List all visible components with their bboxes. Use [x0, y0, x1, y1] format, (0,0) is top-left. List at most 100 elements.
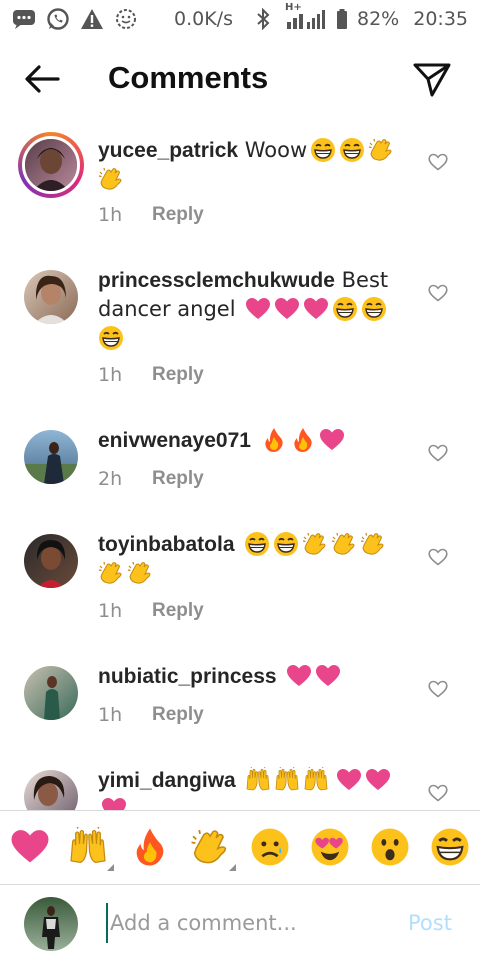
quick-emoji-bar	[0, 810, 480, 884]
clap-emoji	[98, 560, 124, 586]
heart-emoji	[274, 296, 300, 322]
username[interactable]: enivwenaye071	[98, 429, 251, 452]
heart-emoji	[303, 296, 329, 322]
fire-emoji	[261, 427, 287, 453]
raised-hands-emoji	[245, 767, 271, 793]
like-heart-icon[interactable]	[428, 680, 448, 698]
username[interactable]: nubiatic_princess	[98, 665, 277, 688]
page-title: Comments	[108, 60, 269, 95]
back-button[interactable]	[22, 62, 62, 96]
warning-icon	[80, 8, 104, 30]
like-heart-icon[interactable]	[428, 284, 448, 302]
username[interactable]: yucee_patrick	[98, 139, 238, 162]
quick-emoji-grin[interactable]	[430, 827, 470, 867]
quick-emoji-clap[interactable]	[190, 827, 236, 871]
grin-emoji	[310, 137, 336, 163]
heart-emoji	[286, 663, 312, 689]
signal-icon: H+	[283, 2, 327, 30]
comment-text: enivwenaye071	[98, 426, 416, 455]
clap-emoji	[302, 531, 328, 557]
comment-body	[277, 664, 284, 688]
clap-emoji	[360, 531, 386, 557]
heart-emoji	[365, 767, 391, 793]
raised-hands-emoji	[274, 767, 300, 793]
arrow-left-icon	[25, 65, 60, 93]
comment-body: Woow	[238, 138, 308, 162]
comment-meta: 1h Reply	[98, 704, 204, 726]
avatar[interactable]	[24, 270, 78, 324]
reply-button[interactable]: Reply	[152, 364, 204, 386]
raised-hands-emoji	[303, 767, 329, 793]
grin-emoji	[361, 296, 387, 322]
header: Comments	[0, 48, 480, 110]
comment-time: 1h	[98, 364, 123, 386]
reply-button[interactable]: Reply	[152, 204, 204, 226]
clap-emoji	[368, 137, 394, 163]
avatar[interactable]	[24, 534, 78, 588]
comment-time: 1h	[98, 704, 123, 726]
comment-composer: Post	[0, 884, 480, 960]
comment-body	[236, 768, 243, 792]
comment-meta: 1h Reply	[98, 364, 204, 386]
chat-icon	[12, 8, 36, 30]
avatar[interactable]	[24, 430, 78, 484]
avatar[interactable]	[18, 132, 84, 198]
grin-emoji	[339, 137, 365, 163]
skin-tone-indicator	[107, 864, 114, 871]
clap-emoji	[331, 531, 357, 557]
comment-text: princessclemchukwude Best dancer angel	[98, 266, 416, 353]
username[interactable]: toyinbabatola	[98, 533, 235, 556]
heart-emoji	[101, 796, 127, 810]
comment-meta: 2h Reply	[98, 468, 204, 490]
grin-emoji	[244, 531, 270, 557]
like-heart-icon[interactable]	[428, 784, 448, 802]
paper-plane-icon	[413, 63, 451, 97]
quick-emoji-heart-eyes[interactable]	[310, 827, 350, 867]
heart-emoji	[319, 427, 345, 453]
comment-meta: 1h Reply	[98, 204, 204, 226]
comment-text: nubiatic_princess	[98, 662, 416, 691]
clap-emoji	[98, 166, 124, 192]
like-heart-icon[interactable]	[428, 548, 448, 566]
avatar[interactable]	[24, 770, 78, 810]
clock: 20:35	[413, 8, 468, 30]
battery-level: 82%	[357, 8, 400, 30]
avatar[interactable]	[24, 666, 78, 720]
quick-emoji-surprised[interactable]	[370, 827, 410, 867]
network-type: H+	[285, 2, 302, 13]
comment-text: toyinbabatola	[98, 530, 416, 588]
comments-list[interactable]: yucee_patrick Woow 1h Reply princessclem…	[0, 120, 480, 810]
heart-emoji	[315, 663, 341, 689]
quick-emoji-raised-hands[interactable]	[68, 827, 114, 871]
battery-icon	[335, 8, 349, 30]
username[interactable]: princessclemchukwude	[98, 269, 335, 292]
like-heart-icon[interactable]	[428, 444, 448, 462]
like-heart-icon[interactable]	[428, 153, 448, 171]
fire-emoji	[290, 427, 316, 453]
quick-emoji-fire[interactable]	[130, 827, 170, 867]
share-button[interactable]	[412, 60, 452, 98]
comment-text: yucee_patrick Woow	[98, 136, 416, 194]
heart-emoji	[245, 296, 271, 322]
grin-emoji	[98, 325, 124, 351]
reply-button[interactable]: Reply	[152, 704, 204, 726]
comment-time: 1h	[98, 600, 123, 622]
comment-meta: 1h Reply	[98, 600, 204, 622]
quick-emoji-sad[interactable]	[250, 827, 290, 867]
post-button[interactable]: Post	[408, 911, 452, 935]
network-speed: 0.0K/s	[174, 8, 233, 30]
grin-emoji	[332, 296, 358, 322]
username[interactable]: yimi_dangiwa	[98, 769, 236, 792]
skin-tone-indicator	[229, 864, 236, 871]
reply-button[interactable]: Reply	[152, 600, 204, 622]
comment-text: yimi_dangiwa	[98, 766, 416, 810]
whatsapp-icon	[46, 8, 70, 30]
reply-button[interactable]: Reply	[152, 468, 204, 490]
comment-input[interactable]	[106, 903, 396, 943]
comment-body	[235, 532, 242, 556]
comment-time: 1h	[98, 204, 123, 226]
heart-emoji	[336, 767, 362, 793]
smiley-icon	[114, 8, 138, 30]
quick-emoji-heart[interactable]	[10, 827, 50, 867]
comment-time: 2h	[98, 468, 123, 490]
